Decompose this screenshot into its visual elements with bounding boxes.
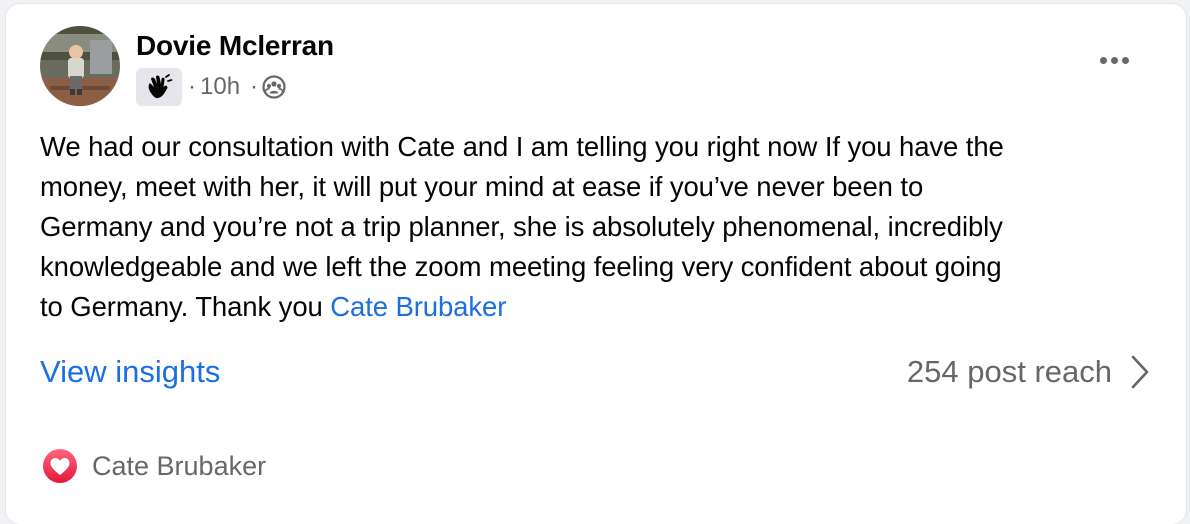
post-text-line: money, meet with her, it will put your m… xyxy=(40,171,924,202)
post-body: We had our consultation with Cate and I … xyxy=(40,127,1160,327)
chevron-right-icon xyxy=(1130,354,1150,390)
author-name[interactable]: Dovie Mclerran xyxy=(136,30,334,62)
post-card: Dovie Mclerran · 10h · We had our consul… xyxy=(6,4,1186,524)
waving-hand-icon[interactable] xyxy=(136,68,182,106)
reaction-names: Cate Brubaker xyxy=(92,450,267,481)
post-text-line: to Germany. Thank you xyxy=(40,291,331,322)
author-avatar[interactable] xyxy=(40,26,120,106)
post-reach-label: 254 post reach xyxy=(906,354,1112,389)
meta-separator: · xyxy=(250,73,259,100)
view-insights-link[interactable]: View insights xyxy=(40,354,220,390)
post-text-line: We had our consultation with Cate and I … xyxy=(40,131,1004,162)
more-horizontal-icon xyxy=(1110,56,1118,64)
post-timestamp[interactable]: 10h xyxy=(200,73,240,101)
post-text-line: Germany and you’re not a trip planner, s… xyxy=(40,211,1003,242)
mention-link[interactable]: Cate Brubaker xyxy=(330,291,506,322)
more-horizontal-icon xyxy=(1099,56,1107,64)
reactions-summary[interactable]: Cate Brubaker xyxy=(42,448,266,484)
more-horizontal-icon xyxy=(1121,56,1129,64)
groups-audience-icon[interactable] xyxy=(262,75,286,99)
meta-separator: · xyxy=(188,73,196,100)
post-text-line: knowledgeable and we left the zoom meeti… xyxy=(40,251,1002,282)
post-reach-button[interactable]: 254 post reach xyxy=(907,354,1150,390)
more-options-button[interactable] xyxy=(1094,48,1134,72)
post-meta: · 10h · xyxy=(136,68,286,106)
avatar-photo xyxy=(40,26,120,106)
love-reaction-icon xyxy=(43,449,77,483)
